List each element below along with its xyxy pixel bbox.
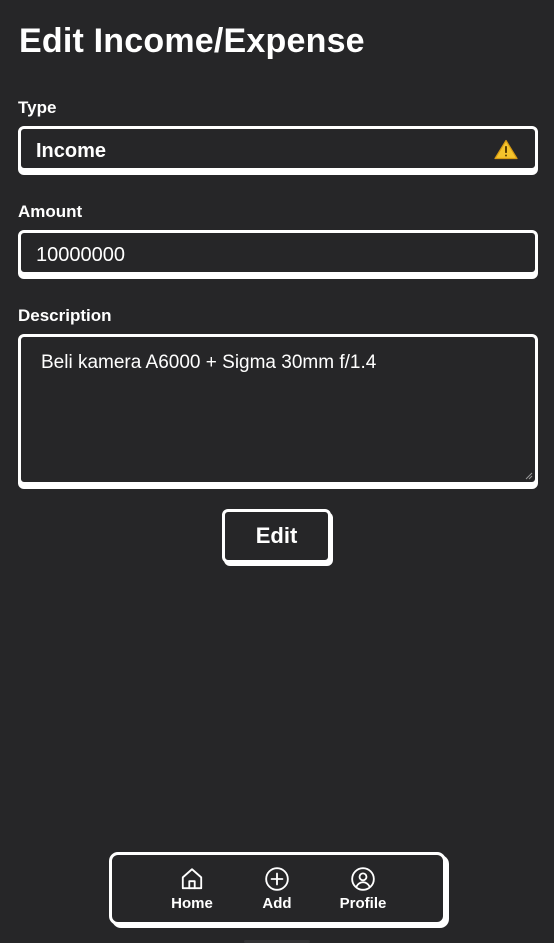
nav-item-profile[interactable]: Profile (327, 866, 399, 912)
user-circle-icon (351, 867, 375, 891)
edit-button[interactable]: Edit (222, 509, 331, 563)
amount-label: Amount (18, 202, 83, 221)
amount-input-value: 10000000 (36, 244, 125, 266)
description-textarea[interactable]: Beli kamera A6000 + Sigma 30mm f/1.4 (18, 334, 538, 485)
nav-item-add[interactable]: Add (241, 866, 313, 912)
nav-label-add: Add (262, 895, 292, 912)
nav-label-home: Home (171, 895, 213, 912)
home-icon (181, 868, 203, 890)
page-title: Edit Income/Expense (19, 22, 365, 60)
nav-label-profile: Profile (339, 895, 387, 912)
type-select-value: Income (36, 140, 107, 162)
bottom-navigation: Home Add Profile (109, 852, 446, 925)
amount-input[interactable]: 10000000 (18, 230, 538, 275)
plus-circle-icon (265, 867, 289, 891)
warning-icon (494, 139, 518, 160)
description-textarea-value: Beli kamera A6000 + Sigma 30mm f/1.4 (41, 352, 377, 373)
resize-grip-icon[interactable] (525, 472, 533, 480)
description-label: Description (18, 306, 112, 325)
type-label: Type (18, 98, 57, 117)
type-select[interactable]: Income (18, 126, 538, 171)
nav-item-home[interactable]: Home (156, 866, 228, 912)
